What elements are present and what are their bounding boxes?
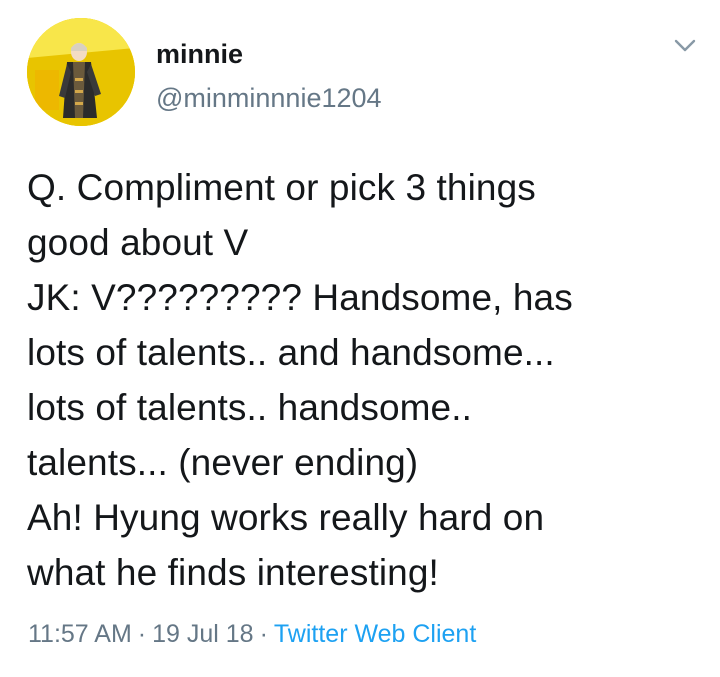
- tweet-text: Q. Compliment or pick 3 things good abou…: [27, 167, 573, 593]
- avatar[interactable]: [27, 18, 135, 126]
- separator: ·: [137, 620, 147, 648]
- tweet-date[interactable]: 19 Jul 18: [152, 620, 253, 648]
- display-name[interactable]: minnie: [156, 38, 243, 70]
- client-link[interactable]: Twitter Web Client: [274, 620, 476, 648]
- tweet-card: minnie @minminnnie1204 Q. Compliment or …: [0, 0, 720, 677]
- chevron-down-icon[interactable]: [672, 36, 698, 56]
- separator: ·: [259, 620, 268, 648]
- tweet-time[interactable]: 11:57 AM: [28, 620, 132, 648]
- user-handle[interactable]: @minminnnie1204: [156, 82, 382, 114]
- tweet-metadata: 11:57 AM · 19 Jul 18 · Twitter Web Client: [28, 618, 476, 650]
- avatar-image: [27, 18, 135, 126]
